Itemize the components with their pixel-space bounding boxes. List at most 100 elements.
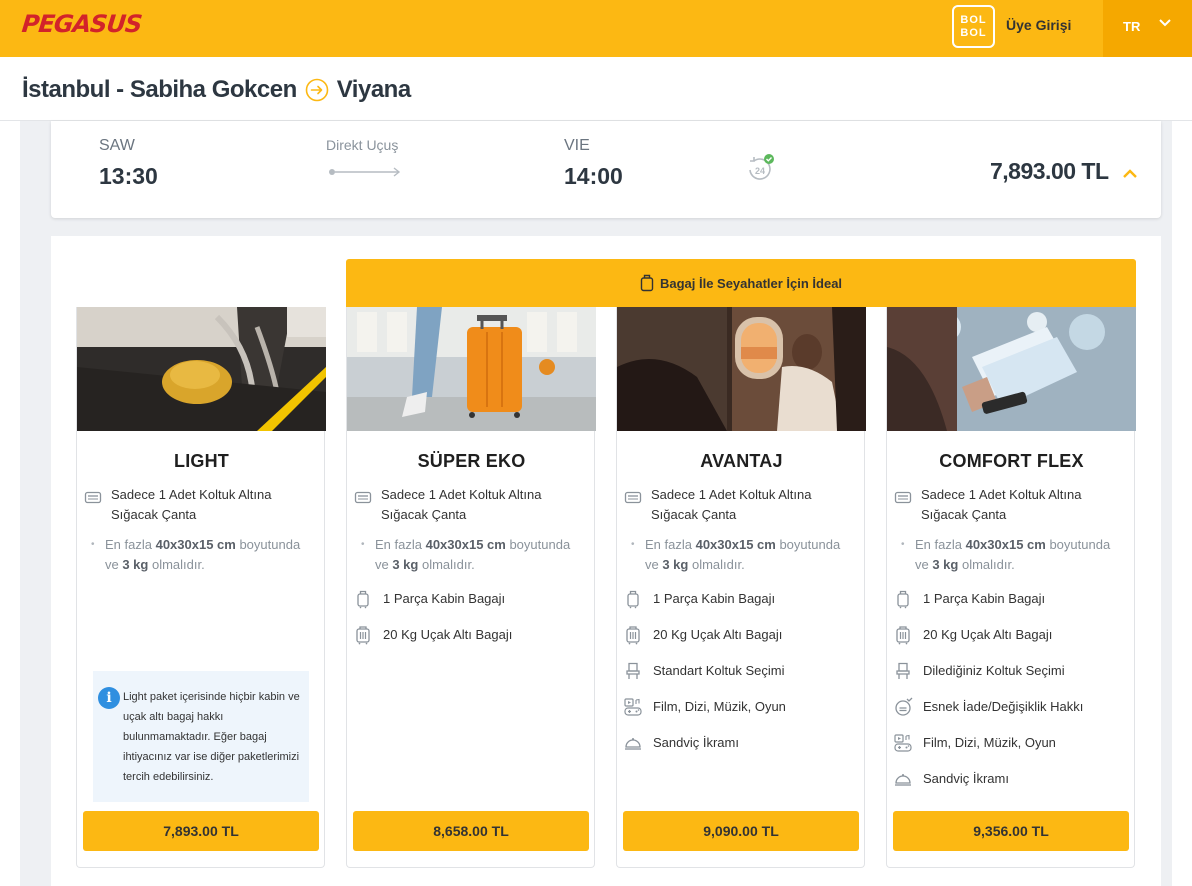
select-comfort-flex-button[interactable]: 9,356.00 TL (893, 811, 1129, 851)
language-selector[interactable]: TR (1103, 0, 1192, 57)
underseat-bag-feature: Sadece 1 Adet Koltuk Altına Sığacak Çant… (623, 485, 851, 525)
light-info-box: i Light paket içerisinde hiçbir kabin ve… (93, 671, 309, 802)
feature-text: Sandviç İkramı (923, 771, 1009, 786)
seat-icon (893, 661, 913, 681)
feature-text: Dilediğiniz Koltuk Seçimi (923, 663, 1065, 678)
feature-text: 20 Kg Uçak Altı Bagajı (383, 627, 513, 642)
feature-text: Standart Koltuk Seçimi (653, 663, 785, 678)
window-passenger-photo (617, 307, 866, 431)
bag-size-note: En fazla 40x30x15 cm boyutunda ve 3 kg o… (627, 535, 855, 575)
package-card-super-eko[interactable]: SÜPER EKO Sadece 1 Adet Koltuk Altına Sı… (346, 307, 596, 868)
select-light-button[interactable]: 7,893.00 TL (83, 811, 319, 851)
feature-item: 1 Parça Kabin Bagajı (353, 589, 505, 609)
arrow-right-circle-icon (305, 78, 329, 102)
checked-bag-icon (623, 625, 643, 645)
select-super-eko-button[interactable]: 8,658.00 TL (353, 811, 589, 851)
meal-icon (893, 769, 913, 789)
chevron-down-icon (1159, 19, 1171, 27)
luggage-icon (640, 274, 654, 292)
seat-bag-photo (77, 307, 326, 431)
24-hour-icon-label: 24 (755, 166, 765, 176)
flight-price: 7,893.00 TL (990, 158, 1109, 184)
bolbol-logo-top: BOL (960, 14, 987, 26)
bolbol-logo-bottom: BOL (960, 27, 987, 39)
feature-text: 20 Kg Uçak Altı Bagajı (653, 627, 783, 642)
package-title: LIGHT (174, 451, 229, 471)
feature-item: Sandviç İkramı (623, 733, 739, 753)
bolbol-logo-button[interactable]: BOL BOL (952, 5, 995, 48)
route-bar: İstanbul - Sabiha Gokcen Viyana (0, 57, 1192, 121)
underseat-bag-feature: Sadece 1 Adet Koltuk Altına Sığacak Çant… (353, 485, 581, 525)
right-gutter (1172, 121, 1192, 886)
departure-code: SAW (99, 137, 135, 154)
bag-size-note: En fazla 40x30x15 cm boyutunda ve 3 kg o… (897, 535, 1125, 575)
package-card-avantaj[interactable]: AVANTAJ Sadece 1 Adet Koltuk Altına Sığa… (616, 307, 866, 868)
flight-summary-card[interactable]: SAW 13:30 Direkt Uçuş VIE 14:00 24 7,893… (51, 121, 1161, 218)
feature-item: 20 Kg Uçak Altı Bagajı (353, 625, 512, 645)
feature-text: 1 Parça Kabin Bagajı (653, 591, 776, 606)
ideal-banner-text: Bagaj İle Seyahatler İçin İdeal (659, 275, 843, 291)
checked-bag-icon (893, 625, 913, 645)
feature-item: Dilediğiniz Koltuk Seçimi (893, 661, 1065, 681)
seat-icon (623, 661, 643, 681)
package-card-light[interactable]: LIGHT Sadece 1 Adet Koltuk Altına Sığaca… (76, 307, 326, 868)
underseat-bag-feature: Sadece 1 Adet Koltuk Altına Sığacak Çant… (893, 485, 1121, 525)
meal-icon (623, 733, 643, 753)
top-header: PEGASUS BOL BOL Üye Girişi TR (0, 0, 1192, 57)
route-origin: İstanbul - Sabiha Gokcen (22, 76, 297, 103)
feature-item: Esnek İade/Değişiklik Hakkı (893, 697, 1083, 717)
feature-text: 1 Parça Kabin Bagajı (383, 591, 506, 606)
boarding-pass-photo (887, 307, 1136, 431)
feature-item: 1 Parça Kabin Bagajı (623, 589, 775, 609)
bag-size-note: En fazla 40x30x15 cm boyutunda ve 3 kg o… (357, 535, 585, 575)
cabin-bag-icon (893, 589, 913, 609)
flight-type: Direkt Uçuş (326, 137, 399, 153)
bag-icon (623, 487, 643, 507)
bag-icon (353, 487, 373, 507)
underseat-bag-text: Sadece 1 Adet Koltuk Altına Sığacak Çant… (921, 487, 1082, 522)
feature-item: Film, Dizi, Müzik, Oyun (893, 733, 1056, 753)
feature-item: 1 Parça Kabin Bagajı (893, 589, 1045, 609)
feature-text: 20 Kg Uçak Altı Bagajı (923, 627, 1053, 642)
underseat-bag-text: Sadece 1 Adet Koltuk Altına Sığacak Çant… (651, 487, 812, 522)
feature-item: Sandviç İkramı (893, 769, 1009, 789)
package-title: SÜPER EKO (417, 451, 526, 471)
language-code: TR (1123, 19, 1141, 34)
info-icon: i (98, 687, 120, 709)
route-destination: Viyana (336, 76, 411, 103)
flight-line-icon (329, 167, 401, 177)
bag-icon (893, 487, 913, 507)
arrival-time: 14:00 (564, 163, 623, 189)
bag-icon (83, 487, 103, 507)
underseat-bag-feature: Sadece 1 Adet Koltuk Altına Sığacak Çant… (83, 485, 311, 525)
checked-bag-icon (353, 625, 373, 645)
refund-icon (893, 697, 913, 717)
feature-text: Sandviç İkramı (653, 735, 739, 750)
feature-item: 20 Kg Uçak Altı Bagajı (623, 625, 782, 645)
24-hour-icon: 24 (749, 154, 774, 180)
feature-item: Film, Dizi, Müzik, Oyun (623, 697, 786, 717)
underseat-bag-text: Sadece 1 Adet Koltuk Altına Sığacak Çant… (111, 487, 272, 522)
pegasus-logo[interactable]: PEGASUS (21, 10, 143, 38)
bag-size-note: En fazla 40x30x15 cm boyutunda ve 3 kg o… (87, 535, 315, 575)
select-avantaj-button[interactable]: 9,090.00 TL (623, 811, 859, 851)
member-login-link[interactable]: Üye Girişi (1006, 17, 1071, 33)
package-title: COMFORT FLEX (939, 451, 1084, 471)
feature-item: 20 Kg Uçak Altı Bagajı (893, 625, 1052, 645)
cabin-bag-icon (623, 589, 643, 609)
feature-text: Esnek İade/Değişiklik Hakkı (923, 699, 1084, 714)
entertainment-icon (623, 697, 643, 717)
chevron-up-icon[interactable] (1122, 167, 1138, 179)
departure-time: 13:30 (99, 163, 158, 189)
package-title: AVANTAJ (700, 451, 783, 471)
package-card-comfort-flex[interactable]: COMFORT FLEX Sadece 1 Adet Koltuk Altına… (886, 307, 1136, 868)
feature-item: Standart Koltuk Seçimi (623, 661, 785, 681)
cabin-bag-icon (353, 589, 373, 609)
light-info-text: Light paket içerisinde hiçbir kabin ve u… (123, 691, 300, 783)
underseat-bag-text: Sadece 1 Adet Koltuk Altına Sığacak Çant… (381, 487, 542, 522)
ideal-banner: Bagaj İle Seyahatler İçin İdeal (346, 259, 1136, 307)
entertainment-icon (893, 733, 913, 753)
route-title: İstanbul - Sabiha Gokcen Viyana (22, 76, 411, 104)
feature-text: Film, Dizi, Müzik, Oyun (923, 735, 1056, 750)
feature-text: Film, Dizi, Müzik, Oyun (653, 699, 786, 714)
